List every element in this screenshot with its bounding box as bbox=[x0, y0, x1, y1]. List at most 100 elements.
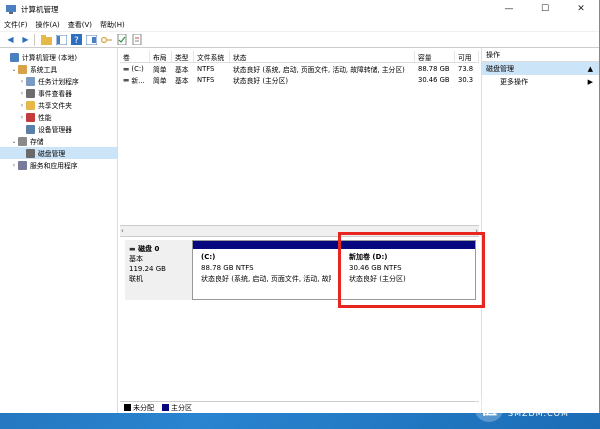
column-header-status[interactable]: 状态 bbox=[230, 51, 415, 62]
partition-c-bar bbox=[193, 241, 339, 249]
column-header-layout[interactable]: 布局 bbox=[150, 51, 172, 62]
partition-c-status: 状态良好 (系统, 启动, 页面文件, 活动, 故障转 bbox=[201, 275, 331, 283]
partition-c-name: (C:) bbox=[201, 253, 216, 261]
column-header-free[interactable]: 可用 bbox=[455, 51, 479, 62]
disk-size: 119.24 GB bbox=[129, 265, 166, 273]
expand-arrow-icon[interactable]: ⌄ bbox=[10, 138, 18, 145]
tree-item-0[interactable]: 计算机管理 (本地) bbox=[0, 51, 117, 63]
tree-item-8[interactable]: 磁盘管理 bbox=[0, 147, 117, 159]
menu-bar: 文件(F) 操作(A) 查看(V) 帮助(H) bbox=[0, 18, 599, 32]
disk-management-pane: 卷 布局 类型 文件系统 状态 容量 可用 ▬ (C:) 简单 基本 NTFS 状… bbox=[120, 48, 479, 413]
partition-c-size: 88.78 GB NTFS bbox=[201, 264, 254, 272]
key-icon[interactable] bbox=[100, 33, 113, 46]
tree-item-label: 任务计划程序 bbox=[38, 78, 79, 86]
more-actions-label: 更多操作 bbox=[500, 77, 528, 86]
collapse-up-icon[interactable]: ▲ bbox=[588, 65, 593, 73]
scroll-left-icon[interactable]: ‹ bbox=[121, 227, 124, 235]
up-folder-icon[interactable] bbox=[40, 33, 53, 46]
disk-name: ▬ 磁盘 0 bbox=[129, 245, 160, 253]
tree-item-label: 设备管理器 bbox=[38, 126, 72, 134]
menu-help[interactable]: 帮助(H) bbox=[100, 20, 125, 30]
volume-layout: 简单 bbox=[153, 76, 167, 85]
legend-swatch-unallocated bbox=[124, 404, 131, 411]
partition-c[interactable]: (C:) 88.78 GB NTFS 状态良好 (系统, 启动, 页面文件, 活… bbox=[192, 240, 340, 300]
watermark-text: 什么值得买 SMZDM.COM bbox=[508, 393, 569, 421]
table-row[interactable]: ▬ (C:) 简单 基本 NTFS 状态良好 (系统, 启动, 页面文件, 活动,… bbox=[120, 63, 479, 74]
performance-icon bbox=[26, 112, 35, 122]
column-header-capacity[interactable]: 容量 bbox=[415, 51, 455, 62]
toolbar: ◀ ▶ ? bbox=[0, 32, 599, 48]
tree-item-1[interactable]: ⌄ 系统工具 bbox=[0, 63, 117, 75]
menu-view[interactable]: 查看(V) bbox=[68, 20, 92, 30]
forward-arrow-icon[interactable]: ▶ bbox=[19, 33, 32, 46]
watermark-logo: 值 bbox=[474, 392, 504, 422]
actions-header: 操作 bbox=[482, 48, 599, 62]
title-bar: 计算机管理 — ☐ ✕ bbox=[0, 0, 599, 18]
expand-arrow-icon[interactable]: › bbox=[18, 78, 26, 85]
legend-unallocated: 未分配 bbox=[124, 403, 154, 413]
navigation-tree: 计算机管理 (本地) ⌄ 系统工具 › 任务计划程序 › 事件查看器 › 共享文件夹 › 性能设备管… bbox=[0, 48, 118, 413]
back-arrow-icon[interactable]: ◀ bbox=[4, 33, 17, 46]
column-header-filesystem[interactable]: 文件系统 bbox=[194, 51, 230, 62]
close-button[interactable]: ✕ bbox=[563, 0, 599, 18]
tree-item-4[interactable]: › 共享文件夹 bbox=[0, 99, 117, 111]
column-header-volume[interactable]: 卷 bbox=[120, 51, 150, 62]
tree-item-3[interactable]: › 事件查看器 bbox=[0, 87, 117, 99]
tree-item-9[interactable]: › 服务和应用程序 bbox=[0, 159, 117, 171]
main-content: 计算机管理 (本地) ⌄ 系统工具 › 任务计划程序 › 事件查看器 › 共享文件夹 › 性能设备管… bbox=[0, 48, 599, 413]
tree-item-label: 服务和应用程序 bbox=[30, 162, 78, 170]
disk-icon: ▬ bbox=[129, 245, 139, 253]
partition-c-details: (C:) 88.78 GB NTFS 状态良好 (系统, 启动, 页面文件, 活… bbox=[193, 249, 339, 288]
volume-name: ▬ 新... bbox=[123, 75, 145, 85]
disk-management-icon bbox=[26, 148, 35, 158]
tree-item-6[interactable]: 设备管理器 bbox=[0, 123, 117, 135]
expand-arrow-icon[interactable]: › bbox=[18, 90, 26, 97]
actions-section-label: 磁盘管理 bbox=[486, 64, 514, 73]
tools-icon bbox=[18, 64, 27, 74]
volume-filesystem: NTFS bbox=[197, 64, 215, 73]
more-actions-item[interactable]: 更多操作 ▶ bbox=[482, 75, 599, 88]
tree-item-2[interactable]: › 任务计划程序 bbox=[0, 75, 117, 87]
shared-folder-icon bbox=[26, 100, 35, 110]
show-hide-tree-icon[interactable] bbox=[55, 33, 68, 46]
toolbar-separator bbox=[34, 33, 38, 46]
legend-primary: 主分区 bbox=[162, 403, 192, 413]
help-icon[interactable]: ? bbox=[70, 33, 83, 46]
document-icon[interactable] bbox=[130, 33, 143, 46]
volume-capacity: 30.46 GB bbox=[418, 75, 450, 84]
svg-text:?: ? bbox=[74, 36, 79, 45]
watermark: 值 什么值得买 SMZDM.COM bbox=[474, 387, 594, 427]
disk-0-info[interactable]: ▬ 磁盘 0 基本 119.24 GB 联机 bbox=[125, 240, 193, 300]
expand-arrow-icon[interactable]: ⌄ bbox=[10, 66, 18, 73]
expand-arrow-icon[interactable]: › bbox=[18, 102, 26, 109]
menu-file[interactable]: 文件(F) bbox=[4, 20, 28, 30]
volume-type: 基本 bbox=[175, 65, 189, 74]
expand-arrow-icon[interactable]: › bbox=[10, 162, 18, 169]
actions-pane: 操作 磁盘管理 ▲ 更多操作 ▶ bbox=[481, 48, 599, 413]
highlight-annotation bbox=[338, 232, 485, 308]
computer-management-icon bbox=[6, 4, 16, 14]
column-header-type[interactable]: 类型 bbox=[172, 51, 194, 62]
maximize-button[interactable]: ☐ bbox=[527, 0, 563, 18]
tree-item-5[interactable]: › 性能 bbox=[0, 111, 117, 123]
table-row[interactable]: ▬ 新... 简单 基本 NTFS 状态良好 (主分区) 30.46 GB 30.… bbox=[120, 74, 479, 85]
watermark-en: SMZDM.COM bbox=[508, 409, 569, 418]
computer-management-icon bbox=[10, 52, 19, 62]
chevron-right-icon: ▶ bbox=[587, 77, 593, 86]
disk-type: 基本 bbox=[129, 255, 143, 263]
tree-item-7[interactable]: ⌄ 存储 bbox=[0, 135, 117, 147]
minimize-button[interactable]: — bbox=[491, 0, 527, 18]
window-title: 计算机管理 bbox=[21, 4, 59, 14]
volume-free: 30.3 bbox=[458, 75, 474, 84]
volume-type: 基本 bbox=[175, 76, 189, 85]
legend-swatch-primary bbox=[162, 404, 169, 411]
actions-section-disk-management[interactable]: 磁盘管理 ▲ bbox=[482, 62, 599, 75]
tree-item-label: 系统工具 bbox=[30, 66, 58, 74]
properties-icon[interactable] bbox=[85, 33, 98, 46]
volume-layout: 简单 bbox=[153, 65, 167, 74]
check-document-icon[interactable] bbox=[115, 33, 128, 46]
volume-list-header: 卷 布局 类型 文件系统 状态 容量 可用 bbox=[120, 51, 479, 63]
watermark-cn: 什么值得买 bbox=[508, 393, 569, 407]
menu-action[interactable]: 操作(A) bbox=[36, 20, 60, 30]
expand-arrow-icon[interactable]: › bbox=[18, 114, 26, 121]
